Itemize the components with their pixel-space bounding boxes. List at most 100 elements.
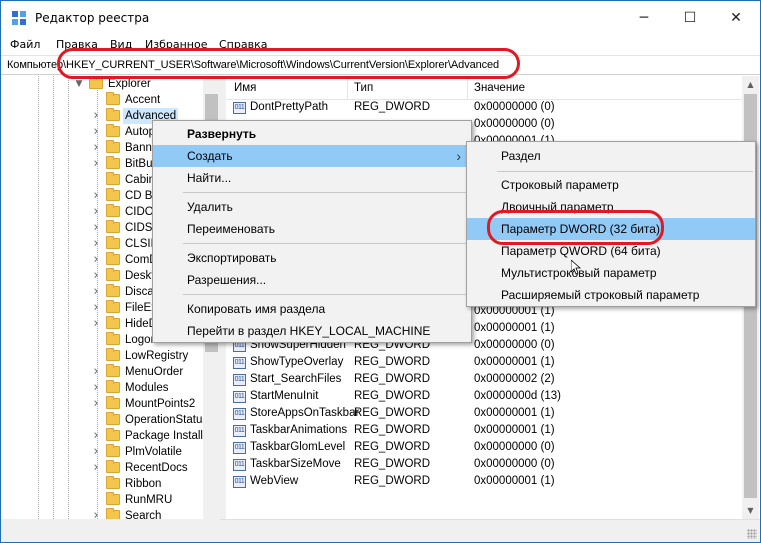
list-cell-type: REG_DWORD <box>354 458 431 470</box>
expand-arrow-icon[interactable]: › <box>90 108 102 124</box>
folder-icon <box>106 188 120 201</box>
menu-item[interactable]: Найти... <box>153 167 471 189</box>
expand-arrow-icon[interactable]: › <box>90 268 102 284</box>
menu-item-label: Переименовать <box>187 222 275 236</box>
menu-item[interactable]: Расширяемый строковый параметр <box>467 284 755 306</box>
expand-arrow-icon[interactable]: › <box>90 508 102 519</box>
list-cell-name: ShowTypeOverlay <box>250 356 344 368</box>
list-row[interactable]: 011 TaskbarSizeMove REG_DWORD 0x00000000 (0… <box>226 457 742 474</box>
minimize-button[interactable]: ─ <box>621 1 667 35</box>
tree-hscrollbar[interactable] <box>1 519 220 542</box>
submenu-arrow-icon: › <box>456 148 461 164</box>
tree-item-label: Accent <box>125 94 161 106</box>
menu-item[interactable]: Раздел <box>467 145 755 167</box>
folder-open-icon <box>89 76 103 89</box>
menu-item-label: Раздел <box>501 149 541 163</box>
registry-editor-window: Редактор реестра ─ ☐ ✕ Файл Правка Вид И… <box>0 0 761 543</box>
menu-item[interactable]: Мультистроковый параметр <box>467 262 755 284</box>
expand-arrow-icon[interactable]: › <box>90 236 102 252</box>
reg-dword-icon: 011 <box>233 425 246 437</box>
expand-arrow-icon[interactable]: › <box>90 444 102 460</box>
list-row[interactable]: 011 WebView REG_DWORD 0x00000001 (1) <box>226 474 742 491</box>
menu-item[interactable]: Удалить <box>153 196 471 218</box>
menu-item[interactable]: Развернуть <box>153 123 471 145</box>
reg-dword-icon: 011 <box>233 459 246 471</box>
expand-arrow-icon[interactable]: › <box>90 396 102 412</box>
list-cell-value: 0x00000001 (1) <box>474 322 555 334</box>
expand-arrow-icon[interactable]: › <box>90 140 102 156</box>
expand-arrow-icon[interactable]: › <box>90 220 102 236</box>
menu-item-label: Найти... <box>187 171 232 185</box>
folder-icon <box>106 460 120 473</box>
folder-icon <box>106 380 120 393</box>
list-cell-type: REG_DWORD <box>354 373 431 385</box>
list-cell-value: 0x00000001 (1) <box>474 475 555 487</box>
scroll-down-icon[interactable]: ▼ <box>742 502 759 519</box>
expand-arrow-icon[interactable]: › <box>90 252 102 268</box>
list-cell-value: 0x0000000d (13) <box>474 390 561 402</box>
resize-grip-icon[interactable] <box>747 529 757 539</box>
scroll-up-icon[interactable]: ▲ <box>742 76 759 93</box>
column-value-header[interactable]: Значение <box>474 82 525 94</box>
column-name-header[interactable]: Имя <box>234 82 256 94</box>
menu-item[interactable]: Перейти в раздел HKEY_LOCAL_MACHINE <box>153 320 471 342</box>
menu-item[interactable]: Экспортировать <box>153 247 471 269</box>
list-cell-type: REG_DWORD <box>354 101 431 113</box>
folder-icon <box>106 316 120 329</box>
menu-item[interactable]: Строковый параметр <box>467 174 755 196</box>
menu-item-label: Перейти в раздел HKEY_LOCAL_MACHINE <box>187 324 431 338</box>
list-cell-name: TaskbarSizeMove <box>250 458 341 470</box>
list-row[interactable]: 011 TaskbarAnimations REG_DWORD 0x00000001 … <box>226 423 742 440</box>
list-cell-name: StoreAppsOnTaskbar <box>250 407 360 419</box>
expand-arrow-icon[interactable]: › <box>90 284 102 300</box>
folder-icon <box>106 236 120 249</box>
column-separator[interactable] <box>467 76 468 100</box>
folder-icon <box>106 108 120 121</box>
column-separator[interactable] <box>347 76 348 100</box>
list-row[interactable]: 011 StartMenuInit REG_DWORD 0x0000000d (13) <box>226 389 742 406</box>
folder-icon <box>106 428 120 441</box>
folder-icon <box>106 300 120 313</box>
folder-icon <box>106 124 120 137</box>
expand-arrow-icon[interactable]: › <box>90 316 102 332</box>
tree-item-label: MenuOrder <box>125 366 184 378</box>
expand-arrow-icon[interactable]: › <box>90 460 102 476</box>
menu-item-label: Строковый параметр <box>501 178 619 192</box>
folder-icon <box>106 204 120 217</box>
menu-item-label: Создать <box>187 149 233 163</box>
expand-arrow-icon[interactable]: › <box>90 428 102 444</box>
menu-file[interactable]: Файл <box>10 38 40 51</box>
expand-arrow-icon[interactable]: › <box>90 124 102 140</box>
list-cell-name: TaskbarAnimations <box>250 424 348 436</box>
expand-arrow-icon[interactable]: › <box>90 364 102 380</box>
list-cell-value: 0x00000000 (0) <box>474 458 555 470</box>
column-type-header[interactable]: Тип <box>354 82 373 94</box>
window-title: Редактор реестра <box>35 11 150 25</box>
maximize-button[interactable]: ☐ <box>667 1 713 35</box>
folder-icon <box>106 492 120 505</box>
close-button[interactable]: ✕ <box>713 1 759 35</box>
list-header: Имя Тип Значение <box>226 76 759 100</box>
tree-item-label: LowRegistry <box>125 350 189 362</box>
tree-guide-line <box>68 76 69 519</box>
expand-arrow-icon[interactable]: › <box>90 300 102 316</box>
menu-separator <box>183 294 469 295</box>
list-row[interactable]: 011 StoreAppsOnTaskbar REG_DWORD 0x00000001… <box>226 406 742 423</box>
mouse-cursor-icon <box>571 260 581 275</box>
expand-arrow-icon[interactable]: › <box>90 380 102 396</box>
list-row[interactable]: 011 TaskbarGlomLevel REG_DWORD 0x00000000 (… <box>226 440 742 457</box>
menu-item[interactable]: Копировать имя раздела <box>153 298 471 320</box>
menu-item[interactable]: Разрешения... <box>153 269 471 291</box>
menu-item-label: Копировать имя раздела <box>187 302 326 316</box>
menu-item[interactable]: Переименовать <box>153 218 471 240</box>
menu-item[interactable]: Создать › <box>153 145 471 167</box>
tree-item-label: Search <box>125 510 162 519</box>
list-row[interactable]: 011 ShowTypeOverlay REG_DWORD 0x00000001 (1… <box>226 355 742 372</box>
expand-arrow-icon[interactable]: › <box>90 156 102 172</box>
expand-arrow-icon[interactable]: › <box>90 204 102 220</box>
list-row[interactable]: 011 DontPrettyPath REG_DWORD 0x00000000 (0) <box>226 100 742 117</box>
list-row[interactable]: 011 Start_SearchFiles REG_DWORD 0x00000002 … <box>226 372 742 389</box>
expand-arrow-icon[interactable]: › <box>90 188 102 204</box>
tree-item-label: MountPoints2 <box>125 398 196 410</box>
folder-icon <box>106 156 120 169</box>
